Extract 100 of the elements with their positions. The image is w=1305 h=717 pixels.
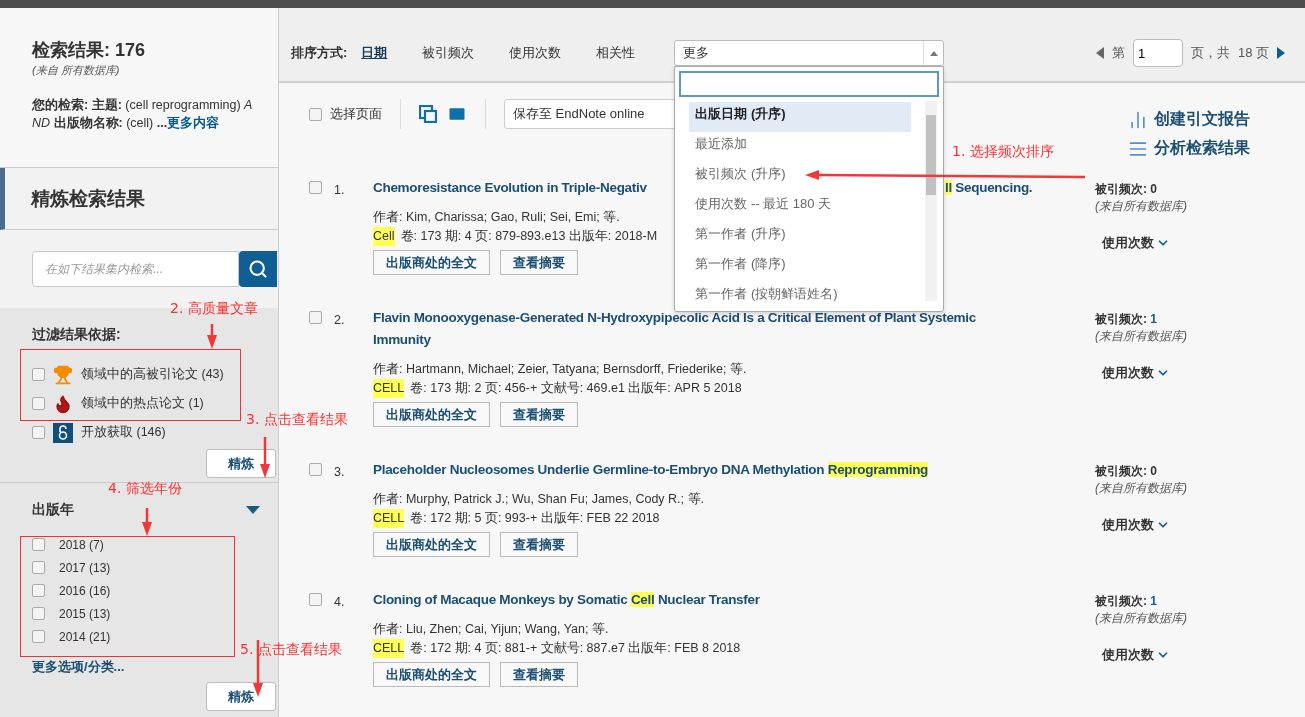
checkbox[interactable] xyxy=(32,368,45,381)
citation-count: 被引频次: 1 xyxy=(1095,311,1159,328)
sort-option[interactable]: 被引频次 xyxy=(422,40,475,66)
record-number: 2. xyxy=(334,312,345,329)
results-count: 检索结果: 176 xyxy=(32,39,147,62)
tool-link[interactable]: 创建引文报告 xyxy=(1128,109,1250,130)
checkbox[interactable] xyxy=(32,426,45,439)
citation-source: (来自所有数据库) xyxy=(1095,610,1187,627)
publication-info: 卷: 173 期: 2 页: 456-+ 文献号: 469.e1 出版年: APR 5 2018 xyxy=(410,380,742,397)
annotation-text: 3. 点击查看结果 xyxy=(246,411,348,429)
journal-name: CELL xyxy=(373,639,405,658)
record-button[interactable]: 出版商处的全文 xyxy=(373,662,490,687)
checkbox[interactable] xyxy=(32,561,45,574)
authors-text: 作者: Liu, Zhen; Cai, Yijun; Wang, Yan; 等. xyxy=(373,621,609,638)
page-middle-text: 页，共 xyxy=(1190,44,1230,62)
checkbox[interactable] xyxy=(309,107,322,121)
page-total: 18 页 xyxy=(1237,44,1269,62)
record-button[interactable]: 出版商处的全文 xyxy=(373,532,490,557)
sort-label: 排序方式: xyxy=(291,44,348,62)
dropdown-option[interactable]: 第一作者 (降序) xyxy=(689,252,912,282)
annotation-text: 1. 选择频次排序 xyxy=(952,143,1054,161)
record-button[interactable]: 查看摘要 xyxy=(500,250,578,275)
filter-label: 开放获取 (146) xyxy=(81,424,166,441)
dropdown-option[interactable]: 最近添加 xyxy=(689,132,912,162)
bar-chart-icon xyxy=(1128,109,1148,130)
more-link[interactable]: 更多内容 xyxy=(167,116,220,130)
record-number: 1. xyxy=(334,182,345,199)
next-page-icon[interactable] xyxy=(1277,47,1285,59)
authors-text: 作者: Murphy, Patrick J.; Wu, Shan Fu; James, Cody R.; 等. xyxy=(373,491,704,508)
record-button[interactable]: 查看摘要 xyxy=(500,532,578,557)
sort-option[interactable]: 使用次数 xyxy=(509,40,562,66)
record-title-link[interactable]: Placeholder Nucleosomes Underlie Germline-to-Embryo DNA Methylation Reprogramming xyxy=(373,459,929,481)
record-title-link[interactable]: Chemoresistance Evolution in Triple-Negativ xyxy=(373,177,647,199)
filter-label: 领域中的高被引论文 (43) xyxy=(81,366,224,383)
journal-name: CELL xyxy=(373,509,405,528)
page-prefix: 第 xyxy=(1111,44,1125,62)
search-button[interactable] xyxy=(239,251,277,287)
dropdown-option[interactable]: 第一作者 (按朝鲜语姓名) xyxy=(689,282,912,305)
more-sort-select[interactable]: 更多 xyxy=(674,40,945,66)
usage-dropdown[interactable]: 使用次数 xyxy=(1102,234,1187,252)
dropdown-option[interactable]: 出版日期 (升序) xyxy=(689,102,912,132)
usage-dropdown[interactable]: 使用次数 xyxy=(1102,364,1187,382)
sort-option[interactable]: 日期 xyxy=(361,40,388,66)
dropdown-option[interactable]: 第一作者 (升序) xyxy=(689,222,912,252)
checkbox[interactable] xyxy=(32,607,45,620)
checkbox[interactable] xyxy=(32,584,45,597)
authors-text: 作者: Kim, Charissa; Gao, Ruli; Sei, Emi; 等. xyxy=(373,209,620,226)
year-label: 2018 (7) xyxy=(59,537,104,552)
usage-dropdown[interactable]: 使用次数 xyxy=(1102,646,1187,664)
authors-text: 作者: Hartmann, Michael; Zeier, Tatyana; Bernsdorff, Friederike; 等. xyxy=(373,361,747,378)
citation-source: (来自所有数据库) xyxy=(1095,328,1187,345)
annotation-text: 2. 高质量文章 xyxy=(170,300,258,318)
checkbox[interactable] xyxy=(32,538,45,551)
dropdown-option[interactable]: 被引频次 (升序) xyxy=(689,162,912,192)
previous-page-icon[interactable] xyxy=(1095,47,1104,59)
select-page-label: 选择页面 xyxy=(330,105,382,123)
collapse-triangle-icon[interactable] xyxy=(246,506,260,514)
record-button[interactable]: 查看摘要 xyxy=(500,402,578,427)
record-button[interactable]: 出版商处的全文 xyxy=(373,250,490,275)
year-title: 出版年 xyxy=(32,501,74,519)
record-title-link[interactable]: ll Sequencing. xyxy=(945,177,1033,199)
year-label: 2015 (13) xyxy=(59,606,111,621)
page-field[interactable]: 1 xyxy=(1132,39,1183,67)
more-options-link[interactable]: 更多选项/分类... xyxy=(32,658,278,676)
publication-info: 卷: 172 期: 4 页: 881-+ 文献号: 887.e7 出版年: FEB 8 2018 xyxy=(410,640,741,657)
citation-source: (来自所有数据库) xyxy=(1095,198,1187,215)
record-number: 4. xyxy=(334,594,345,611)
journal-name: Cell xyxy=(373,227,395,246)
year-label: 2014 (21) xyxy=(59,629,111,644)
checkbox[interactable] xyxy=(309,463,322,476)
record-number: 3. xyxy=(334,464,345,481)
checkbox[interactable] xyxy=(32,397,45,410)
refine-button[interactable]: 精炼 xyxy=(206,682,276,711)
scrollbar[interactable] xyxy=(925,101,938,301)
citation-count: 被引频次: 1 xyxy=(1095,593,1159,610)
trophy-icon xyxy=(53,364,73,385)
search-query-text: 您的检索: 主题: (cell reprogramming) AND 出版物名称: (cell) ...更多内容 xyxy=(32,96,254,132)
checkbox[interactable] xyxy=(309,311,322,324)
publication-info: 卷: 173 期: 4 页: 879-893.e13 出版年: 2018-M xyxy=(400,228,658,245)
flame-icon xyxy=(53,393,73,414)
overlapping-squares-icon[interactable] xyxy=(419,105,437,123)
sort-option[interactable]: 相关性 xyxy=(596,40,636,66)
checkbox[interactable] xyxy=(32,630,45,643)
usage-dropdown[interactable]: 使用次数 xyxy=(1102,516,1187,534)
open-lock-icon xyxy=(53,422,73,443)
search-field[interactable]: 在如下结果集内检索... xyxy=(32,251,239,287)
checkbox[interactable] xyxy=(309,593,322,606)
record-button[interactable]: 出版商处的全文 xyxy=(373,402,490,427)
tool-link[interactable]: 分析检索结果 xyxy=(1128,138,1250,159)
dropdown-option[interactable]: 使用次数 -- 最近 180 天 xyxy=(689,192,912,222)
filter-label: 领域中的热点论文 (1) xyxy=(81,395,204,412)
dropdown-search-field[interactable] xyxy=(679,71,940,97)
record-button[interactable]: 查看摘要 xyxy=(500,662,578,687)
record-title-link[interactable]: Cloning of Macaque Monkeys by Somatic Cell Nuclear Transfer xyxy=(373,589,760,611)
annotation-arrow xyxy=(260,437,270,478)
record-title-link[interactable]: Flavin Monooxygenase-Generated N-Hydroxypipecolic Acid Is a Critical Element of Plant Systemic Immunity xyxy=(373,307,1023,351)
refine-button[interactable]: 精炼 xyxy=(206,449,276,478)
annotation-arrow xyxy=(207,324,217,349)
citation-source: (来自所有数据库) xyxy=(1095,480,1187,497)
checkbox[interactable] xyxy=(309,181,322,194)
